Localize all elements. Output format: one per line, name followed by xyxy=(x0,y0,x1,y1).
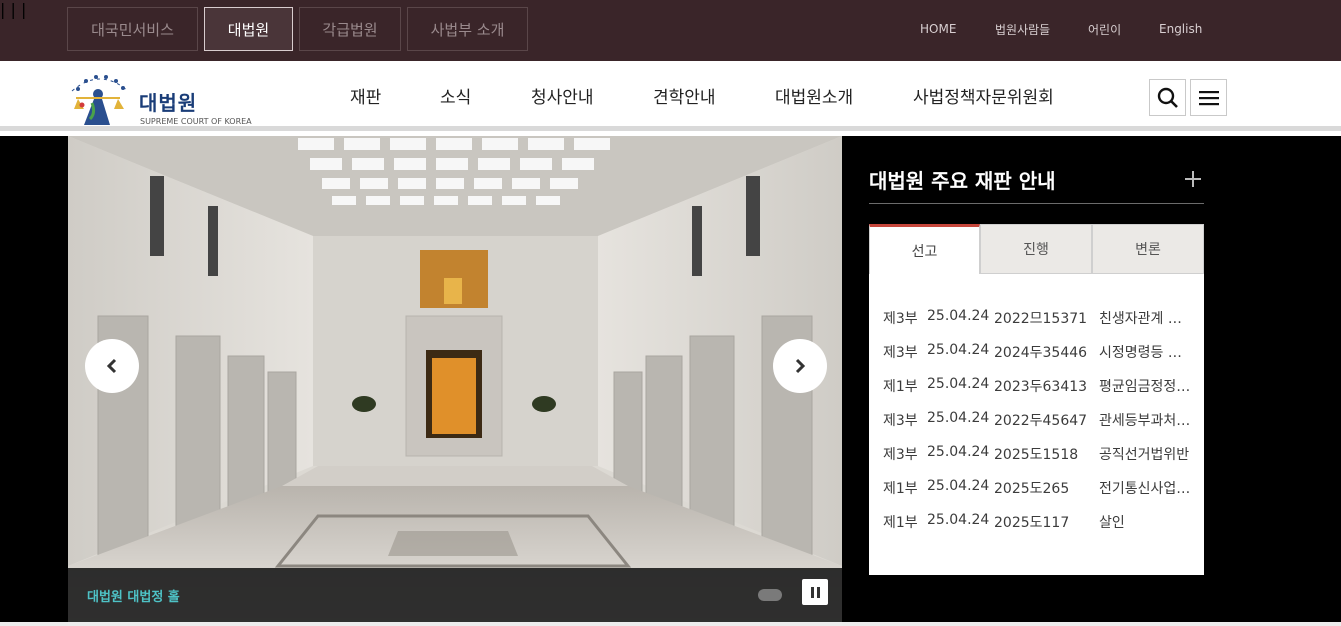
case-name: 전기통신사업… xyxy=(1099,481,1191,497)
nav-about-supreme-court[interactable]: 대법원소개 xyxy=(775,83,853,108)
date: 25.04.24 xyxy=(927,376,990,392)
nav-trial[interactable]: 재판 xyxy=(350,83,381,108)
case-number: 2022두45647 xyxy=(994,413,1088,429)
bench: 제3부 xyxy=(883,447,918,463)
nav-news[interactable]: 소식 xyxy=(440,83,471,108)
tab-hearing[interactable]: 변론 xyxy=(1092,224,1204,274)
bench: 제1부 xyxy=(883,515,918,531)
logo-title: 대법원 xyxy=(139,91,198,115)
service-tab-courts[interactable]: 각급법원 xyxy=(299,7,401,51)
plus-icon[interactable] xyxy=(1184,170,1202,188)
trial-tabs: 선고 진행 변론 xyxy=(869,224,1204,274)
chevron-right-icon xyxy=(795,358,806,374)
date: 25.04.24 xyxy=(927,444,990,460)
util-link-home[interactable]: HOME xyxy=(920,0,956,58)
case-name: 평균임금정정… xyxy=(1099,379,1191,395)
util-link-kids[interactable]: 어린이 xyxy=(1088,0,1121,58)
bottom-strip xyxy=(0,622,1341,626)
menu-icon xyxy=(1198,90,1219,105)
trial-row[interactable]: 제1부 25.04.24 2023두63413 평균임금정정… xyxy=(869,374,1204,396)
nav-building-guide[interactable]: 청사안내 xyxy=(531,83,594,108)
trial-row[interactable]: 제3부 25.04.24 2025도1518 공직선거법위반 xyxy=(869,442,1204,464)
prev-slide-button[interactable] xyxy=(85,339,139,393)
service-tab-public[interactable]: 대국민서비스 xyxy=(67,7,198,51)
case-number: 2022므15371 xyxy=(994,311,1088,327)
case-name: 시정명령등 취소 xyxy=(1099,345,1193,361)
pause-button[interactable] xyxy=(802,579,828,605)
case-number: 2023두63413 xyxy=(994,379,1088,395)
util-divider: | xyxy=(10,0,16,19)
bench: 제3부 xyxy=(883,311,918,327)
case-number: 2025도1518 xyxy=(994,447,1079,463)
menu-button[interactable] xyxy=(1190,79,1227,116)
service-tab-judiciary-intro[interactable]: 사법부 소개 xyxy=(407,7,528,51)
date: 25.04.24 xyxy=(927,478,990,494)
trial-row[interactable]: 제3부 25.04.24 2022두45647 관세등부과처… xyxy=(869,408,1204,430)
nav-tour-guide[interactable]: 견학안내 xyxy=(653,83,716,108)
nav-judicial-policy-committee[interactable]: 사법정책자문위원회 xyxy=(913,83,1054,108)
trial-row[interactable]: 제3부 25.04.24 2022므15371 친생자관계 존… xyxy=(869,306,1204,328)
bench: 제1부 xyxy=(883,481,918,497)
trial-row[interactable]: 제1부 25.04.24 2025도265 전기통신사업… xyxy=(869,476,1204,498)
case-name: 친생자관계 존… xyxy=(1099,311,1193,327)
case-number: 2025도265 xyxy=(994,481,1070,497)
great-hall-image xyxy=(68,136,842,622)
main-header: 대법원 SUPREME COURT OF KOREA 재판 소식 청사안내 견학… xyxy=(0,61,1341,131)
next-slide-button[interactable] xyxy=(773,339,827,393)
trial-row[interactable]: 제1부 25.04.24 2025도117 살인 xyxy=(869,510,1204,532)
top-utility-bar: 대국민서비스 대법원 각급법원 사법부 소개 HOME | 법원사람들 | 어린… xyxy=(0,0,1341,61)
slide-indicator[interactable] xyxy=(758,589,782,601)
case-name: 관세등부과처… xyxy=(1099,413,1191,429)
tab-sentencing[interactable]: 선고 xyxy=(869,224,980,274)
logo-subtitle: SUPREME COURT OF KOREA xyxy=(140,117,252,126)
search-icon xyxy=(1157,87,1178,108)
date: 25.04.24 xyxy=(927,308,990,324)
tab-in-progress[interactable]: 진행 xyxy=(980,224,1092,274)
case-number: 2025도117 xyxy=(994,515,1070,531)
main-visual-section: 대법원 대법정 홀 대법원 주요 재판 안내 선고 진행 변론 제3부 25.0… xyxy=(0,136,1341,622)
date: 25.04.24 xyxy=(927,342,990,358)
pause-icon xyxy=(809,586,821,598)
site-logo[interactable]: 대법원 SUPREME COURT OF KOREA xyxy=(66,69,266,127)
util-divider: | xyxy=(0,0,6,19)
util-divider: | xyxy=(20,0,27,19)
bench: 제3부 xyxy=(883,345,918,361)
slide-caption: 대법원 대법정 홀 xyxy=(87,590,180,605)
util-link-court-people[interactable]: 법원사람들 xyxy=(995,0,1050,58)
hall-photo-slide: 대법원 대법정 홀 xyxy=(68,136,842,622)
panel-divider xyxy=(869,203,1204,204)
case-name: 공직선거법위반 xyxy=(1099,447,1190,463)
date: 25.04.24 xyxy=(927,410,990,426)
trial-row[interactable]: 제3부 25.04.24 2024두35446 시정명령등 취소 xyxy=(869,340,1204,362)
bench: 제1부 xyxy=(883,379,918,395)
search-button[interactable] xyxy=(1149,79,1186,116)
case-number: 2024두35446 xyxy=(994,345,1088,361)
bench: 제3부 xyxy=(883,413,918,429)
court-emblem-icon xyxy=(71,75,129,125)
util-link-english[interactable]: English xyxy=(1159,0,1202,58)
case-name: 살인 xyxy=(1099,515,1125,531)
panel-title: 대법원 주요 재판 안내 xyxy=(869,169,1056,193)
slide-caption-bar: 대법원 대법정 홀 xyxy=(68,568,842,622)
chevron-left-icon xyxy=(106,358,117,374)
date: 25.04.24 xyxy=(927,512,990,528)
service-tab-supreme-court[interactable]: 대법원 xyxy=(204,7,293,51)
trial-list: 제3부 25.04.24 2022므15371 친생자관계 존… 제3부 25.… xyxy=(869,274,1204,575)
